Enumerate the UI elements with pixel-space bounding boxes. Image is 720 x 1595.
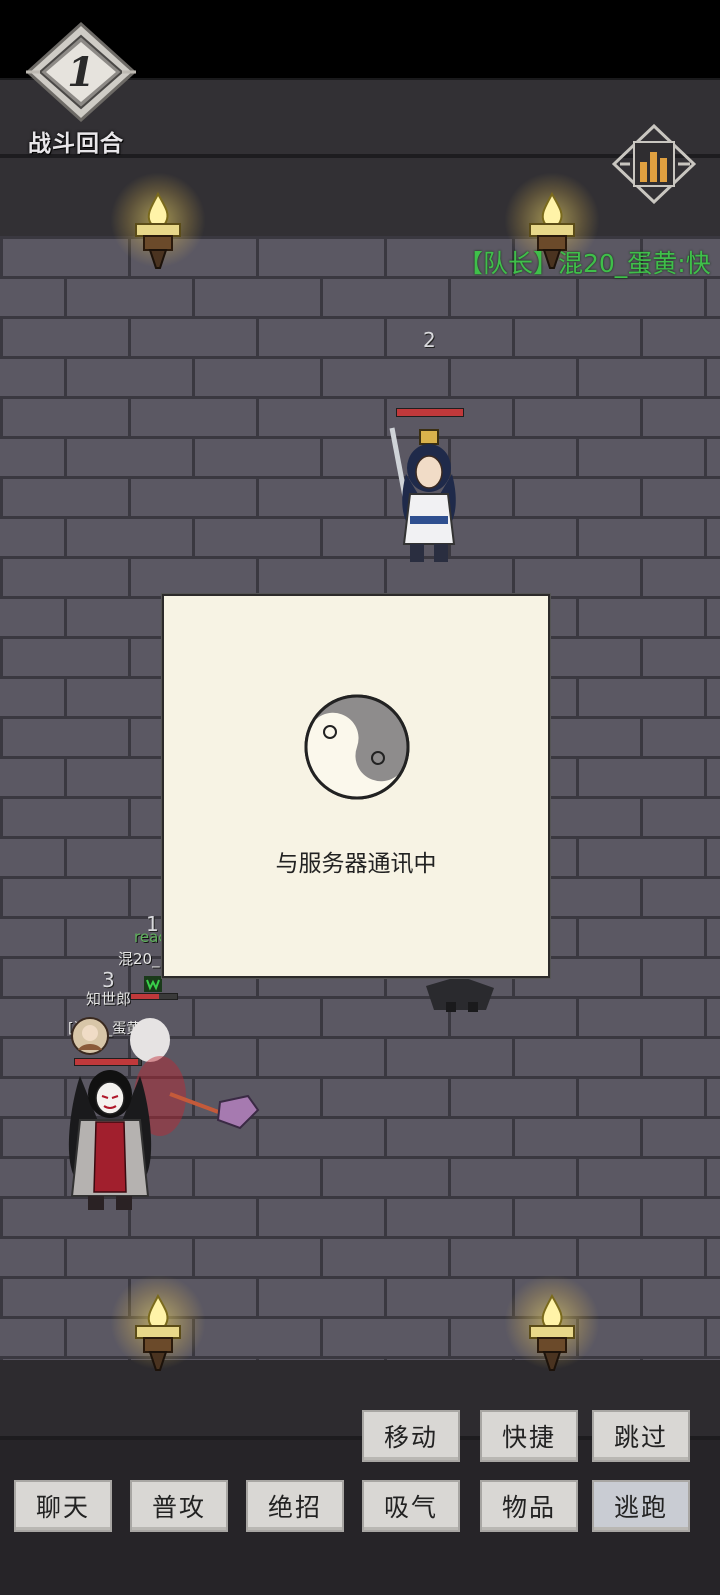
avatar xyxy=(71,1017,109,1055)
brick-row xyxy=(0,1236,720,1276)
torch-icon xyxy=(110,1274,206,1376)
breathe-button[interactable]: 吸气 xyxy=(362,1480,460,1532)
battle-scene: 1 战斗回合 【队长】混20_蛋黄:快 2 1 reac 混20_ 3 知世郎 … xyxy=(0,0,720,1595)
ally-masked-hero[interactable] xyxy=(60,1066,160,1216)
quick-button[interactable]: 快捷 xyxy=(480,1410,578,1462)
round-badge-icon: 1 xyxy=(26,22,136,122)
attack-button[interactable]: 普攻 xyxy=(130,1480,228,1532)
flee-button[interactable]: 逃跑 xyxy=(592,1480,690,1532)
brick-row xyxy=(0,356,720,396)
server-connecting-dialog: 与服务器通讯中 xyxy=(162,594,550,978)
chat-message: 【队长】混20_蛋黄:快 xyxy=(458,249,711,278)
items-button[interactable]: 物品 xyxy=(480,1480,578,1532)
ultimate-button[interactable]: 绝招 xyxy=(246,1480,344,1532)
move-button[interactable]: 移动 xyxy=(362,1410,460,1462)
brick-row xyxy=(0,436,720,476)
dialog-message: 与服务器通讯中 xyxy=(275,851,437,877)
buff-icon xyxy=(144,976,162,992)
ally-name-3: 知世郎 xyxy=(86,990,132,1008)
round-number: 1 xyxy=(67,49,95,96)
brick-row xyxy=(0,276,720,316)
torch-icon xyxy=(504,1274,600,1376)
enemy-swordswoman[interactable] xyxy=(384,424,474,570)
round-label: 战斗回合 xyxy=(28,131,124,157)
brick-row xyxy=(0,516,720,556)
enemy-turn-order: 2 xyxy=(423,328,436,352)
skip-button[interactable]: 跳过 xyxy=(592,1410,690,1462)
ally-name-1: 混20_ xyxy=(118,950,160,968)
torch-icon xyxy=(110,172,206,274)
chat-button[interactable]: 聊天 xyxy=(14,1480,112,1532)
yin-yang-icon xyxy=(304,694,410,800)
brick-row xyxy=(0,1316,720,1356)
enemy-hp-bar xyxy=(396,408,464,417)
bar-chart-icon[interactable] xyxy=(612,124,696,204)
ally-hp-bar-3 xyxy=(130,993,178,1000)
